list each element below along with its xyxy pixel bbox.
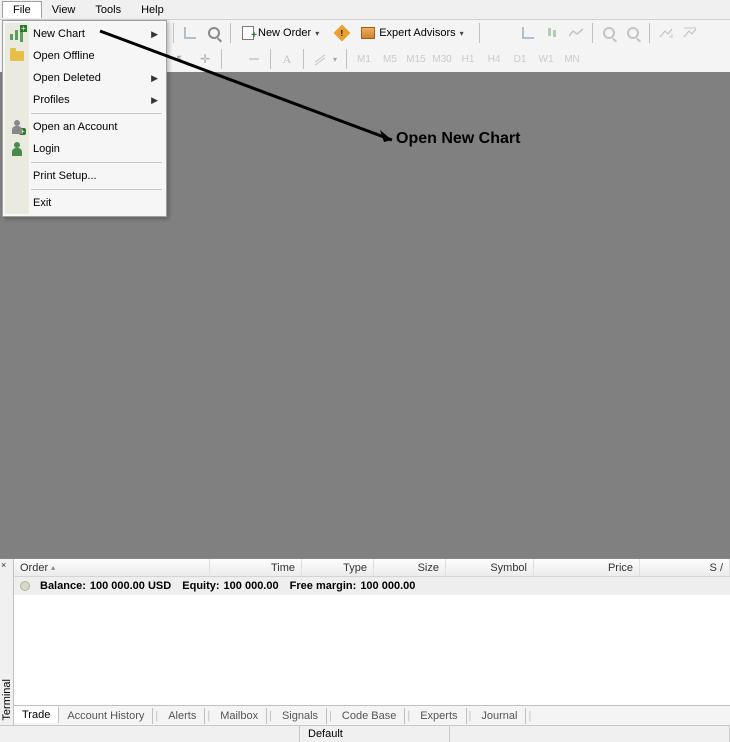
menu-item-exit[interactable]: Exit [5,192,164,214]
timeframe-m1[interactable]: M1 [352,50,376,68]
timeframe-h4[interactable]: H4 [482,50,506,68]
chart-plus-icon: + [8,25,26,43]
file-menu-dropdown: + New Chart ▶ Open Offline Open Deleted … [2,20,167,217]
menu-item-open-deleted[interactable]: Open Deleted ▶ [5,67,164,89]
line-tool[interactable] [243,48,265,70]
menu-help[interactable]: Help [131,2,174,18]
terminal-grid-header: Order▴ Time Type Size Symbol Price S / [14,559,730,577]
tab-journal[interactable]: Journal [473,708,526,724]
channel-tool[interactable] [309,48,331,70]
col-type[interactable]: Type [302,559,374,576]
status-profile: Default [300,726,450,742]
document-plus-icon: + [242,26,254,40]
status-bar: Default [0,725,730,742]
crosshair-icon: ✛ [200,52,210,66]
zoom-out-button[interactable] [622,22,644,44]
col-order[interactable]: Order▴ [14,559,210,576]
timeframe-m15[interactable]: M15 [404,50,428,68]
timeframe-m5[interactable]: M5 [378,50,402,68]
folder-icon [8,47,26,65]
cursor-icon: ↖ [175,51,187,68]
menu-item-login[interactable]: Login [5,138,164,160]
tab-experts[interactable]: Experts [412,708,466,724]
text-icon: A [283,52,292,67]
tab-trade[interactable]: Trade [14,706,59,723]
status-cell-1 [0,726,300,742]
new-order-button[interactable]: + New Order ▾ [236,22,329,44]
toolbar-button-1[interactable] [179,22,201,44]
timeframe-w1[interactable]: W1 [534,50,558,68]
cursor-tool[interactable]: ↖ [170,48,192,70]
terminal-content [14,595,730,705]
timeframe-m30[interactable]: M30 [430,50,454,68]
menu-item-open-account[interactable]: + Open an Account [5,116,164,138]
auto-scroll-button[interactable] [655,22,677,44]
tab-account-history[interactable]: Account History [59,708,153,724]
chart-shift-button[interactable] [679,22,701,44]
menu-bar: File View Tools Help [0,0,730,20]
balance-row[interactable]: Balance: 100 000.00 USD Equity: 100 000.… [14,577,730,595]
autotrading-button[interactable]: ! [331,22,353,44]
menu-item-profiles[interactable]: Profiles ▶ [5,89,164,111]
menu-item-open-offline[interactable]: Open Offline [5,45,164,67]
menu-tools[interactable]: Tools [85,2,131,18]
expert-advisors-button[interactable]: Expert Advisors ▾ [355,22,473,44]
col-price[interactable]: Price [534,559,640,576]
chevron-right-icon: ▶ [151,29,158,40]
menu-item-new-chart[interactable]: + New Chart ▶ [5,23,164,45]
zoom-in-icon [603,27,615,39]
crosshair-tool[interactable]: ✛ [194,48,216,70]
terminal-panel: × Terminal Order▴ Time Type Size Symbol … [0,558,730,725]
toolbar-button-2[interactable] [203,22,225,44]
col-time[interactable]: Time [210,559,302,576]
col-size[interactable]: Size [374,559,446,576]
status-cell-3 [450,726,730,742]
timeframe-h1[interactable]: H1 [456,50,480,68]
menu-item-print-setup[interactable]: Print Setup... [5,165,164,187]
bar-chart-button[interactable] [517,22,539,44]
zoom-out-icon [627,27,639,39]
line-chart-button[interactable] [565,22,587,44]
zoom-in-button[interactable] [598,22,620,44]
chevron-right-icon: ▶ [151,95,158,106]
terminal-close-button[interactable]: × [1,560,6,570]
menu-view[interactable]: View [42,2,86,18]
tab-code-base[interactable]: Code Base [334,708,405,724]
candlestick-button[interactable] [541,22,563,44]
diamond-icon: ! [334,25,351,42]
tab-alerts[interactable]: Alerts [160,708,205,724]
annotation-label: Open New Chart [396,130,520,148]
timeframe-d1[interactable]: D1 [508,50,532,68]
person-plus-icon: + [8,118,26,136]
col-sl[interactable]: S / [640,559,730,576]
menu-file[interactable]: File [2,1,42,18]
tab-signals[interactable]: Signals [274,708,327,724]
timeframe-mn[interactable]: MN [560,50,584,68]
person-green-icon [8,140,26,158]
tab-mailbox[interactable]: Mailbox [212,708,267,724]
status-dot-icon [20,581,30,591]
terminal-tabs: Trade Account History | Alerts | Mailbox… [14,705,730,725]
col-symbol[interactable]: Symbol [446,559,534,576]
text-tool[interactable]: A [276,48,298,70]
chevron-right-icon: ▶ [151,73,158,84]
toolbox-icon [361,27,375,39]
terminal-label: Terminal [0,559,14,725]
